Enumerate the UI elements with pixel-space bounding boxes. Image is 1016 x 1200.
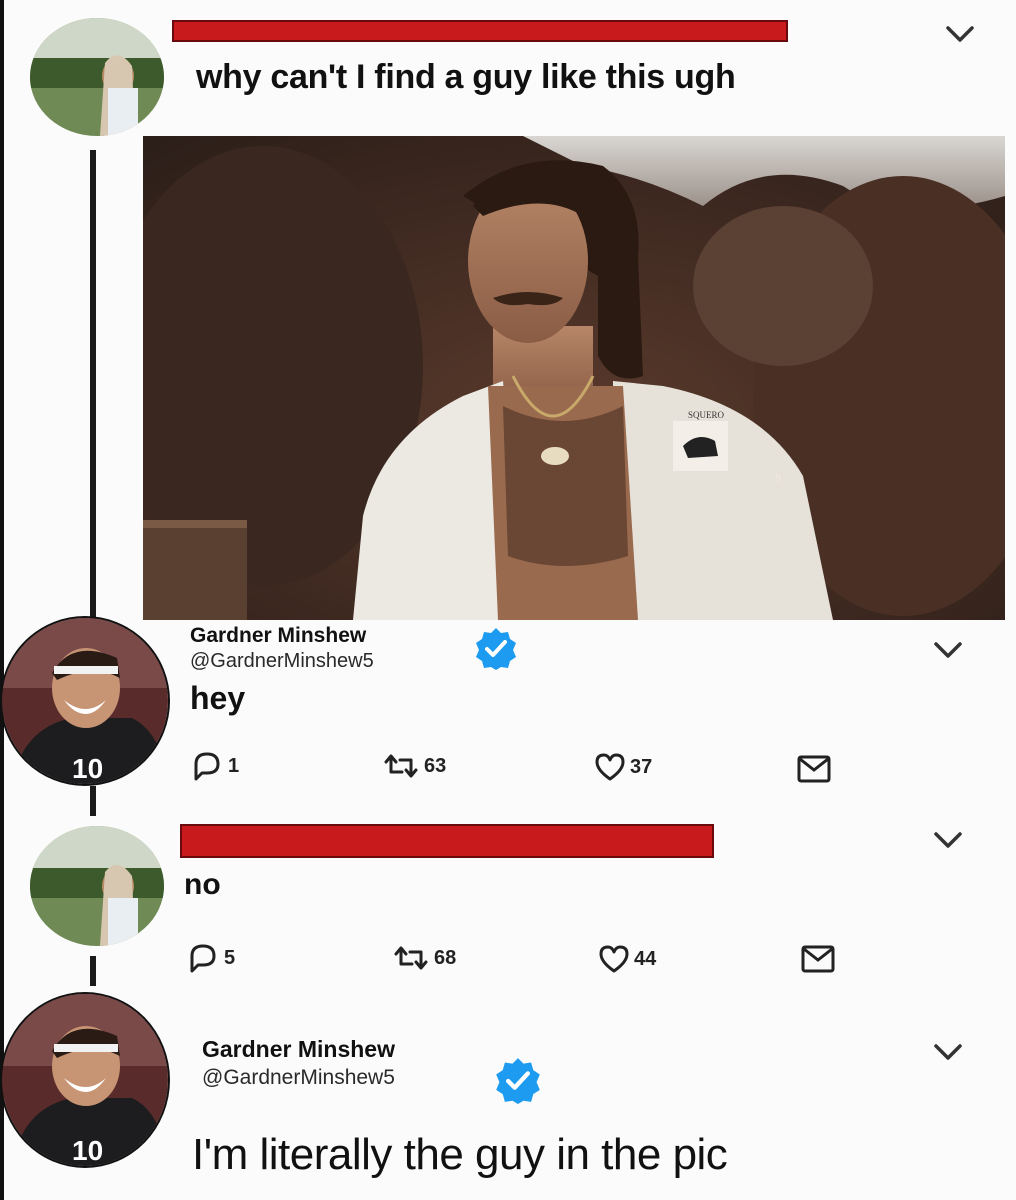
like-count: 37 — [630, 755, 653, 778]
retweet-count: 63 — [424, 754, 447, 777]
avatar-user1-image — [30, 826, 164, 946]
retweet-icon — [394, 946, 428, 970]
avatar-user1[interactable] — [30, 826, 164, 946]
retweet-button[interactable]: 68 — [392, 944, 456, 972]
reply-icon — [190, 944, 216, 973]
tweet2-handle[interactable]: @GardnerMinshew5 — [190, 650, 374, 673]
redacted-name-bar — [172, 20, 788, 42]
chevron-down-icon[interactable] — [928, 826, 968, 854]
reply-count: 1 — [228, 754, 240, 777]
tweet4-text: I'm literally the guy in the pic — [192, 1130, 728, 1179]
tweet3-text: no — [184, 868, 221, 901]
like-button[interactable]: 37 — [594, 752, 652, 782]
jersey-number: 10 — [72, 753, 103, 784]
avatar-gardner-image: 10 — [2, 618, 168, 784]
thread-line — [90, 150, 96, 630]
thread-line — [90, 956, 96, 986]
chevron-down-icon[interactable] — [940, 20, 980, 48]
dm-icon[interactable] — [800, 944, 836, 974]
retweet-count: 68 — [434, 946, 457, 969]
redacted-name-bar — [180, 824, 714, 858]
retweet-icon — [384, 754, 418, 778]
photo-watermark: b — [775, 470, 781, 484]
like-icon — [595, 753, 625, 781]
tweet2-display-name[interactable]: Gardner Minshew — [190, 624, 366, 648]
tweet4-handle[interactable]: @GardnerMinshew5 — [202, 1066, 395, 1090]
like-button[interactable]: 44 — [598, 944, 656, 974]
avatar-gardner-minshew[interactable]: 10 — [0, 616, 170, 786]
chevron-down-icon[interactable] — [928, 636, 968, 664]
avatar-gardner-minshew[interactable]: 10 — [0, 992, 170, 1168]
avatar-user1-image — [30, 18, 164, 136]
like-icon — [599, 945, 629, 973]
dm-icon[interactable] — [796, 754, 832, 784]
reply-icon — [194, 752, 220, 781]
jacket-logo-text: SQUERO — [688, 410, 725, 420]
tweet1-text: why can't I find a guy like this ugh — [196, 58, 736, 96]
avatar-user1[interactable] — [30, 18, 164, 136]
like-count: 44 — [634, 947, 657, 970]
photo-man-mullet: SQUERO b — [143, 136, 1005, 620]
jersey-number: 10 — [72, 1135, 103, 1166]
retweet-button[interactable]: 63 — [382, 752, 446, 780]
chevron-down-icon[interactable] — [928, 1038, 968, 1066]
avatar-gardner-image: 10 — [2, 994, 168, 1166]
tweet1-photo[interactable]: SQUERO b — [143, 136, 1005, 620]
tweet4-display-name[interactable]: Gardner Minshew — [202, 1036, 395, 1063]
verified-badge-icon — [496, 1058, 540, 1104]
reply-button[interactable]: 1 — [190, 750, 239, 782]
reply-button[interactable]: 5 — [186, 942, 235, 974]
reply-count: 5 — [224, 946, 236, 969]
thread-line — [90, 786, 96, 816]
tweet2-text: hey — [190, 680, 246, 716]
verified-badge-icon — [476, 628, 516, 670]
page-left-border — [0, 0, 4, 1200]
